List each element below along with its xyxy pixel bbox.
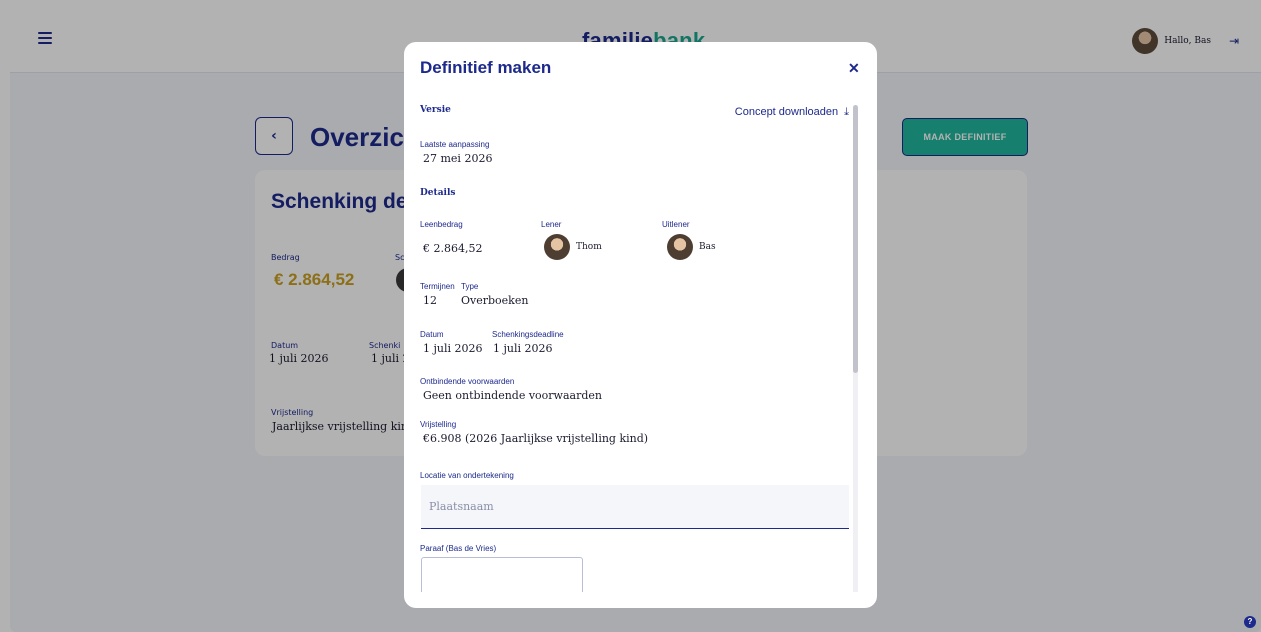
scrollbar-thumb[interactable]: [853, 105, 858, 373]
version-heading: Versie: [420, 105, 451, 115]
modal-body[interactable]: Versie Concept downloaden ⤓ Laatste aanp…: [404, 97, 877, 592]
type-label: Type: [461, 282, 479, 291]
paraaf-signature-field[interactable]: [421, 557, 583, 592]
last-changed-value: 27 mei 2026: [423, 152, 493, 165]
paraaf-label: Paraaf (Bas de Vries): [420, 544, 497, 553]
borrower-name: Thom: [576, 242, 602, 252]
lender-label: Uitlener: [662, 220, 690, 229]
borrower: Thom: [544, 234, 602, 260]
last-changed-label: Laatste aanpassing: [420, 140, 490, 149]
location-input[interactable]: [421, 485, 849, 529]
borrower-label: Lener: [541, 220, 562, 229]
deadline-value: 1 juli 2026: [493, 342, 553, 355]
loan-amount-value: € 2.864,52: [423, 242, 483, 255]
location-label: Locatie van ondertekening: [420, 471, 514, 480]
details-heading: Details: [420, 188, 456, 198]
exemption-value: €6.908 (2026 Jaarlijkse vrijstelling kin…: [423, 432, 649, 445]
lender: Bas: [667, 234, 716, 260]
terms-value: 12: [423, 294, 437, 307]
deadline-label: Schenkingsdeadline: [492, 330, 564, 339]
avatar: [667, 234, 693, 260]
download-icon: ⤓: [844, 105, 849, 118]
finalize-modal: Definitief maken ✕ Versie Concept downlo…: [404, 42, 877, 608]
avatar: [544, 234, 570, 260]
conditions-value: Geen ontbindende voorwaarden: [423, 389, 602, 402]
download-concept-button[interactable]: Concept downloaden ⤓: [735, 105, 849, 119]
help-icon[interactable]: ?: [1244, 616, 1256, 628]
exemption-label: Vrijstelling: [420, 420, 457, 429]
download-label: Concept downloaden: [734, 106, 839, 118]
terms-label: Termijnen: [420, 282, 455, 291]
date-value: 1 juli 2026: [423, 342, 483, 355]
modal-title: Definitief maken: [420, 58, 552, 77]
close-icon[interactable]: ✕: [848, 60, 860, 77]
date-label: Datum: [420, 330, 444, 339]
lender-name: Bas: [699, 242, 716, 252]
loan-amount-label: Leenbedrag: [420, 220, 463, 229]
conditions-label: Ontbindende voorwaarden: [420, 377, 515, 386]
type-value: Overboeken: [461, 294, 529, 307]
